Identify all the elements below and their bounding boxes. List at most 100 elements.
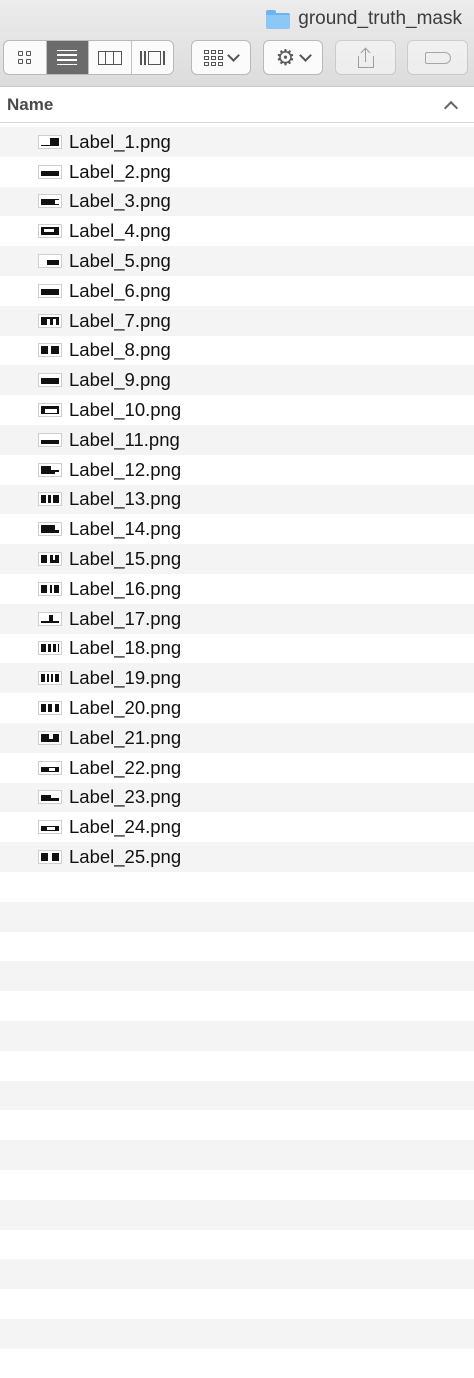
image-thumbnail-icon (38, 254, 62, 269)
file-name: Label_16.png (69, 577, 182, 599)
file-name: Label_14.png (69, 518, 182, 540)
file-row[interactable]: Label_21.png (0, 722, 474, 753)
file-row[interactable]: Label_12.png (0, 455, 474, 485)
file-row[interactable]: Label_13.png (0, 484, 474, 515)
finder-window: ground_truth_mask ⚙ Name Label_1.png Lab… (0, 0, 474, 1378)
file-name: Label_4.png (69, 220, 171, 242)
file-name: Label_8.png (69, 339, 171, 361)
image-thumbnail-icon (38, 313, 62, 328)
file-row[interactable]: Label_22.png (0, 753, 474, 783)
chevron-down-icon (227, 48, 240, 62)
file-name: Label_21.png (69, 726, 182, 748)
file-row[interactable]: Label_15.png (0, 544, 474, 574)
image-thumbnail-icon (38, 522, 62, 537)
view-mode-segmented-control (3, 40, 174, 75)
file-name: Label_13.png (69, 488, 182, 510)
file-row[interactable]: Label_11.png (0, 424, 474, 455)
empty-row (0, 991, 474, 1021)
file-row[interactable]: Label_8.png (0, 336, 474, 366)
file-row[interactable]: Label_16.png (0, 574, 474, 604)
list-view-button[interactable] (46, 41, 89, 74)
file-row[interactable]: Label_20.png (0, 693, 474, 723)
image-thumbnail-icon (38, 850, 62, 865)
share-button[interactable] (335, 40, 396, 75)
file-name: Label_9.png (69, 369, 171, 391)
image-thumbnail-icon (38, 790, 62, 805)
image-thumbnail-icon (38, 373, 62, 388)
file-name: Label_18.png (69, 637, 182, 659)
file-row[interactable]: Label_3.png (0, 186, 474, 217)
file-name: Label_25.png (69, 846, 182, 868)
image-thumbnail-icon (38, 492, 62, 507)
folder-icon (266, 9, 291, 29)
empty-row (0, 1318, 474, 1349)
image-thumbnail-icon (38, 730, 62, 745)
window-title: ground_truth_mask (266, 6, 462, 32)
file-row[interactable]: Label_24.png (0, 812, 474, 842)
tags-button[interactable] (407, 40, 468, 75)
image-thumbnail-icon (38, 820, 62, 835)
share-icon (357, 47, 374, 68)
empty-row (0, 1349, 474, 1378)
tag-icon (424, 51, 451, 64)
action-button[interactable]: ⚙ (263, 40, 323, 75)
empty-row (0, 901, 474, 932)
empty-row (0, 1110, 474, 1140)
columns-icon (97, 50, 122, 65)
image-thumbnail-icon (38, 194, 62, 209)
titlebar: ground_truth_mask ⚙ (0, 0, 474, 87)
file-name: Label_6.png (69, 279, 171, 301)
file-row[interactable]: Label_5.png (0, 246, 474, 276)
file-row[interactable]: Label_25.png (0, 842, 474, 872)
empty-row (0, 1230, 474, 1260)
file-row[interactable]: Label_23.png (0, 782, 474, 813)
column-view-button[interactable] (89, 41, 132, 74)
file-row[interactable]: Label_6.png (0, 276, 474, 306)
icon-view-button[interactable] (4, 41, 47, 74)
file-row[interactable]: Label_18.png (0, 634, 474, 664)
image-thumbnail-icon (38, 403, 62, 418)
file-row[interactable]: Label_19.png (0, 663, 474, 694)
file-row[interactable]: Label_7.png (0, 305, 474, 336)
name-column-label: Name (7, 94, 54, 114)
name-column-header[interactable]: Name (0, 87, 474, 123)
toolbar: ⚙ (0, 40, 474, 76)
arrange-button[interactable] (191, 40, 251, 75)
empty-row (0, 1140, 474, 1170)
file-name: Label_1.png (69, 130, 171, 152)
file-name: Label_3.png (69, 190, 171, 212)
image-thumbnail-icon (38, 611, 62, 626)
image-thumbnail-icon (38, 671, 62, 686)
empty-row (0, 1051, 474, 1081)
file-name: Label_20.png (69, 697, 182, 719)
image-thumbnail-icon (38, 760, 62, 775)
file-row[interactable]: Label_10.png (0, 395, 474, 425)
image-thumbnail-icon (38, 641, 62, 656)
empty-row (0, 872, 474, 902)
file-name: Label_15.png (69, 548, 182, 570)
file-row[interactable]: Label_4.png (0, 216, 474, 246)
file-row[interactable]: Label_14.png (0, 514, 474, 544)
file-name: Label_7.png (69, 309, 171, 331)
file-row[interactable]: Label_1.png (0, 127, 474, 157)
image-thumbnail-icon (38, 134, 62, 149)
list-icon (57, 49, 78, 66)
file-name: Label_11.png (69, 428, 180, 450)
cover-flow-button[interactable] (132, 41, 174, 74)
folder-name: ground_truth_mask (298, 8, 462, 29)
empty-row (0, 1199, 474, 1230)
file-name: Label_17.png (69, 607, 182, 629)
empty-row (0, 1020, 474, 1051)
file-name: Label_23.png (69, 786, 182, 808)
file-row[interactable]: Label_2.png (0, 157, 474, 187)
file-row[interactable]: Label_9.png (0, 365, 474, 396)
file-name: Label_2.png (69, 160, 171, 182)
file-name: Label_5.png (69, 250, 171, 272)
file-list: Label_1.png Label_2.png Label_3.png Label_4… (0, 127, 474, 872)
image-thumbnail-icon (38, 164, 62, 179)
file-name: Label_24.png (69, 816, 182, 838)
file-row[interactable]: Label_17.png (0, 603, 474, 634)
empty-row (0, 1289, 474, 1319)
image-thumbnail-icon (38, 224, 62, 239)
image-thumbnail-icon (38, 462, 62, 477)
